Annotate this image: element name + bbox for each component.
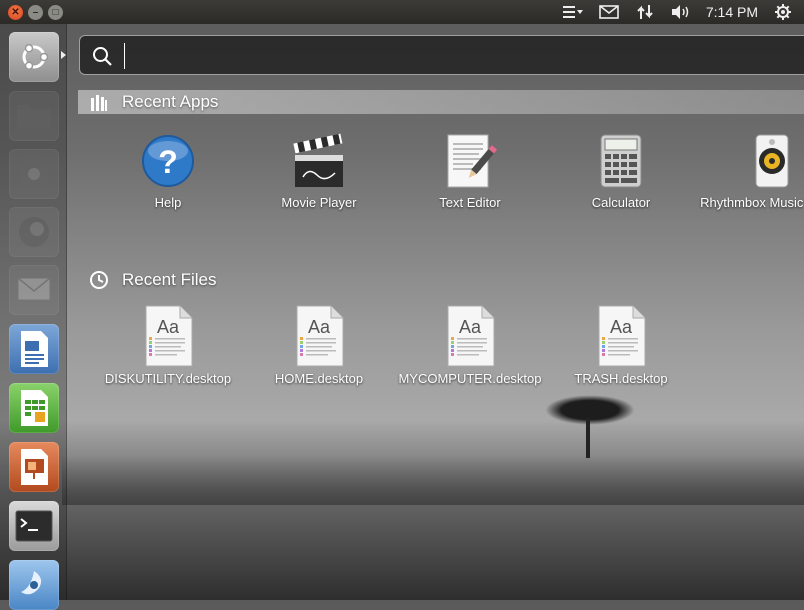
- top-panel: ✕ – □ 7:14 PM: [0, 0, 804, 24]
- calculator-icon: [600, 134, 642, 188]
- svg-text:Aa: Aa: [459, 317, 482, 337]
- search-icon: [93, 47, 112, 66]
- text-editor-icon: [447, 134, 498, 188]
- folder-icon: [17, 105, 51, 129]
- app-tile-help[interactable]: ? Help: [93, 133, 243, 211]
- shotwell-launcher-button[interactable]: [9, 560, 59, 610]
- app-tile-movie-player[interactable]: Movie Player: [244, 133, 394, 211]
- file-tile-trash[interactable]: Aa TRASH.desktop: [546, 305, 696, 387]
- svg-text:Aa: Aa: [157, 317, 180, 337]
- close-window-button[interactable]: ✕: [8, 4, 23, 20]
- desktop-file-icon: Aa: [296, 305, 344, 367]
- recent-files-header[interactable]: Recent Files: [78, 268, 804, 292]
- libreoffice-impress-icon: [21, 449, 48, 485]
- wallpaper-tree-trunk: [586, 418, 590, 458]
- window-controls: ✕ – □: [0, 4, 63, 20]
- speaker-icon: [755, 134, 789, 188]
- recent-apps-header[interactable]: Recent Apps: [78, 90, 804, 114]
- active-launcher-arrow-icon: [61, 51, 66, 59]
- file-label: HOME.desktop: [274, 371, 364, 386]
- app-label: Text Editor: [439, 195, 501, 210]
- app-label: Rhythmbox Music Player: [700, 195, 804, 210]
- wallpaper-horizon: [62, 455, 804, 505]
- desktop-file-icon: Aa: [447, 305, 495, 367]
- firefox-icon: [19, 217, 49, 247]
- app-tile-text-editor[interactable]: Text Editor: [395, 133, 545, 211]
- text-cursor: [124, 43, 125, 69]
- mail-icon[interactable]: [598, 4, 620, 20]
- ubuntu-dash-button[interactable]: [9, 32, 59, 82]
- maximize-window-button[interactable]: □: [48, 4, 63, 20]
- help-icon: ?: [142, 135, 194, 187]
- file-label: TRASH.desktop: [574, 371, 668, 386]
- mail-launcher-button[interactable]: [9, 265, 59, 315]
- app-tile-rhythmbox[interactable]: Rhythmbox Music Player: [697, 133, 804, 211]
- app-label: Help: [154, 195, 182, 210]
- firefox-launcher-button[interactable]: [9, 207, 59, 257]
- file-label: MYCOMPUTER.desktop: [398, 371, 542, 386]
- app-label: Movie Player: [281, 195, 357, 210]
- power-gear-icon[interactable]: [772, 4, 794, 20]
- minimize-window-button[interactable]: –: [28, 4, 43, 20]
- clapperboard-icon: [293, 133, 343, 187]
- app-label: Calculator: [591, 195, 651, 210]
- file-tile-home[interactable]: Aa HOME.desktop: [244, 305, 394, 387]
- libreoffice-writer-icon: [21, 331, 48, 367]
- svg-text:Aa: Aa: [308, 317, 331, 337]
- ubuntu-logo-icon: [22, 44, 49, 70]
- network-icon[interactable]: [634, 4, 656, 20]
- clock[interactable]: 7:14 PM: [706, 4, 758, 20]
- desktop-file-icon: Aa: [145, 305, 193, 367]
- terminal-launcher-button[interactable]: [9, 501, 59, 551]
- wallpaper-tree: [545, 395, 635, 425]
- file-label: DISKUTILITY.desktop: [104, 371, 232, 386]
- mail-client-icon: [17, 277, 51, 301]
- libreoffice-calc-icon: [21, 390, 48, 426]
- recent-apps-title: Recent Apps: [122, 92, 219, 111]
- files-launcher-button[interactable]: [9, 91, 59, 141]
- clock-icon: [88, 270, 110, 290]
- chromium-icon: [19, 159, 49, 189]
- app-tile-calculator[interactable]: Calculator: [546, 133, 696, 211]
- volume-icon[interactable]: [670, 4, 692, 20]
- svg-text:Aa: Aa: [610, 317, 633, 337]
- shotwell-icon: [21, 571, 42, 595]
- writer-launcher-button[interactable]: [9, 324, 59, 374]
- launcher: [0, 24, 67, 610]
- applications-lens-icon: [88, 92, 110, 112]
- terminal-icon: [15, 510, 53, 542]
- svg-text:?: ?: [158, 144, 178, 180]
- impress-launcher-button[interactable]: [9, 442, 59, 492]
- dash-search-input[interactable]: [79, 35, 804, 75]
- menu-icon[interactable]: [562, 4, 584, 20]
- recent-files-title: Recent Files: [122, 270, 217, 289]
- file-tile-mycomputer[interactable]: Aa MYCOMPUTER.desktop: [395, 305, 545, 387]
- file-tile-diskutility[interactable]: Aa DISKUTILITY.desktop: [93, 305, 243, 387]
- calc-launcher-button[interactable]: [9, 383, 59, 433]
- indicator-area: 7:14 PM: [562, 4, 804, 20]
- chromium-launcher-button[interactable]: [9, 149, 59, 199]
- desktop-file-icon: Aa: [598, 305, 646, 367]
